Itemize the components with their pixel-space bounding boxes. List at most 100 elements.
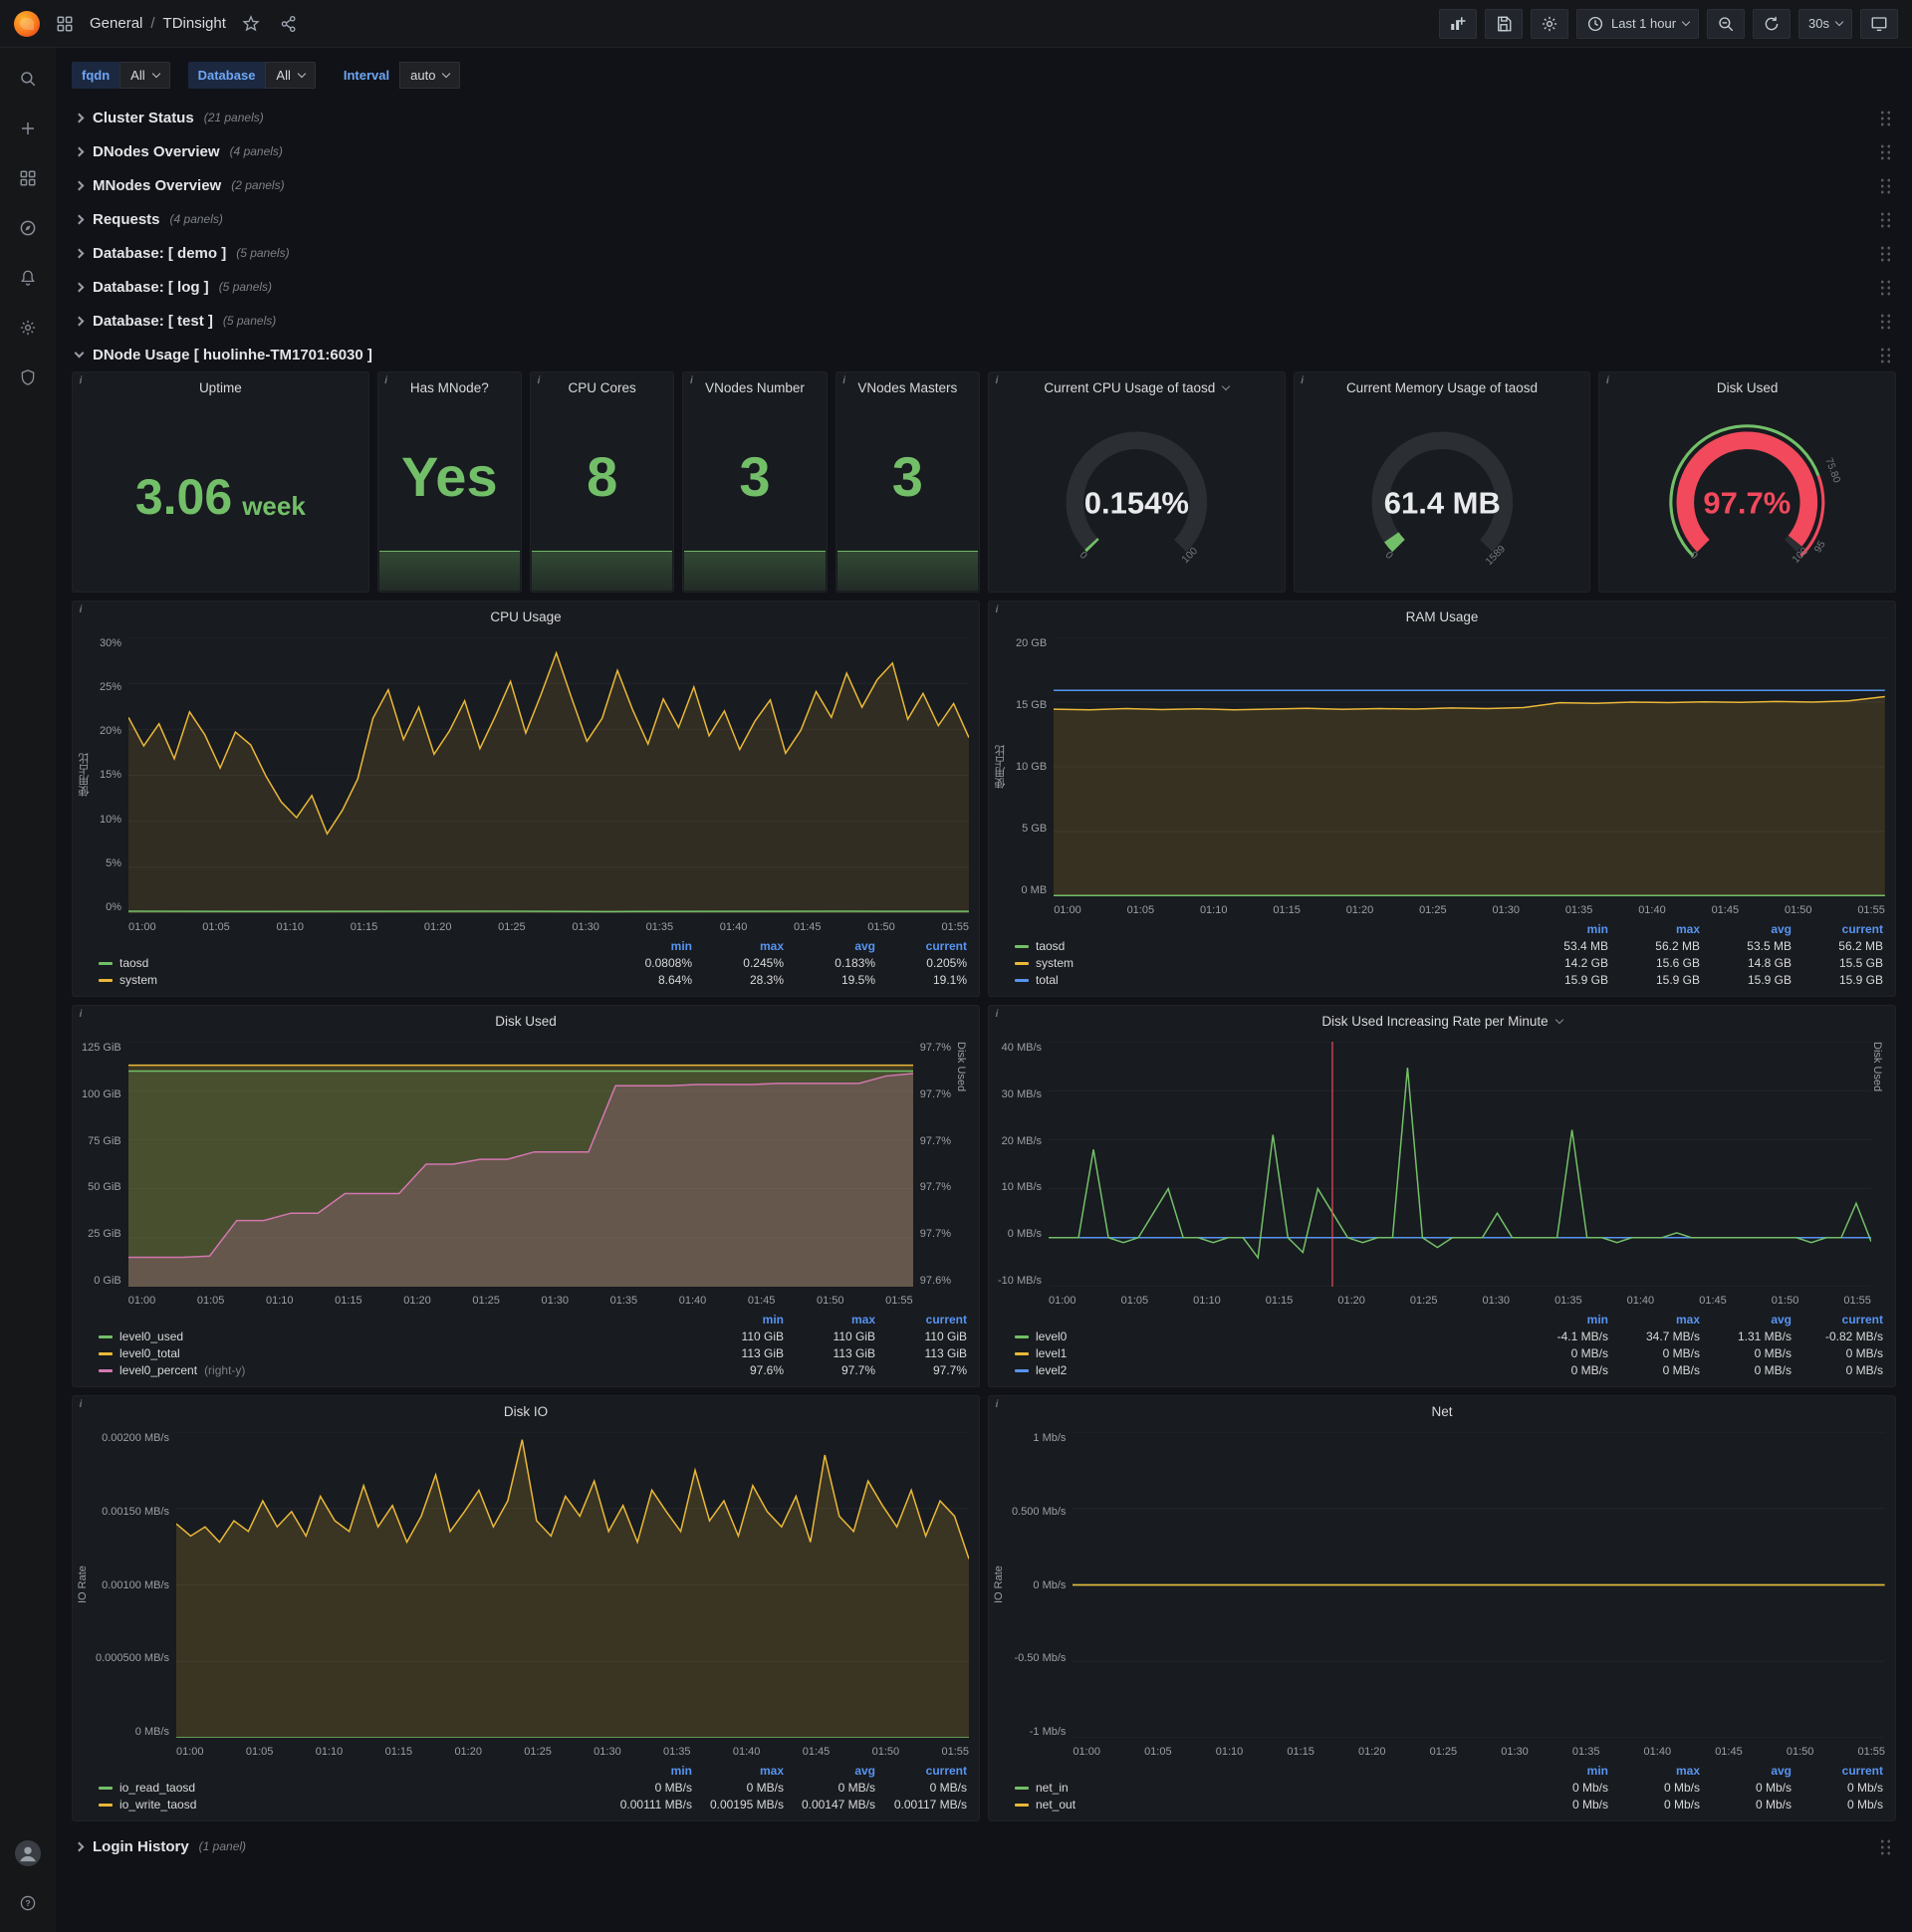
legend-series[interactable]: taosd [99, 956, 600, 970]
panel-title[interactable]: CPU Cores [569, 380, 636, 395]
legend-series[interactable]: level0_percent (right-y) [99, 1363, 692, 1377]
time-range-picker[interactable]: Last 1 hour [1575, 8, 1700, 39]
row-drag-handle[interactable] [1879, 278, 1892, 296]
legend-column-header[interactable]: min [1517, 1764, 1608, 1778]
panel-info-icon[interactable]: i [73, 1006, 89, 1022]
legend-column-header[interactable]: avg [784, 939, 875, 953]
legend-column-header[interactable]: avg [1700, 922, 1792, 936]
legend-series[interactable]: level0 [1015, 1329, 1517, 1343]
panel-title[interactable]: Uptime [199, 380, 242, 395]
cycle-view-button[interactable] [1860, 8, 1898, 39]
legend-column-header[interactable]: current [1792, 1313, 1883, 1327]
legend-series[interactable]: system [1015, 956, 1517, 970]
row-login-history[interactable]: Login History (1 panel) [72, 1829, 1896, 1863]
row-drag-handle[interactable] [1879, 142, 1892, 160]
variable-label-database[interactable]: Database [187, 62, 266, 89]
panel-title[interactable]: Current Memory Usage of taosd [1346, 380, 1538, 395]
panel-title[interactable]: Current CPU Usage of taosd [1044, 380, 1215, 395]
add-panel-button[interactable] [1438, 8, 1477, 39]
refresh-interval-dropdown[interactable]: 30s [1798, 8, 1852, 39]
legend-column-header[interactable]: min [692, 1313, 784, 1327]
legend-column-header[interactable]: min [600, 939, 692, 953]
row-database-test[interactable]: Database: [ test ] (5 panels) [72, 304, 1896, 338]
zoom-out-button[interactable] [1707, 8, 1746, 39]
legend-column-header[interactable]: min [1517, 922, 1608, 936]
grafana-logo[interactable] [14, 10, 40, 37]
help-icon[interactable]: ? [15, 1890, 41, 1916]
save-dashboard-button[interactable] [1484, 8, 1523, 39]
row-database-log[interactable]: Database: [ log ] (5 panels) [72, 270, 1896, 304]
legend-column-header[interactable]: current [1792, 922, 1883, 936]
panel-info-icon[interactable]: i [73, 602, 89, 617]
legend-series[interactable]: level1 [1015, 1346, 1517, 1360]
row-drag-handle[interactable] [1879, 1837, 1892, 1855]
legend-column-header[interactable]: min [600, 1764, 692, 1778]
panel-title[interactable]: Disk Used [1717, 380, 1779, 395]
legend-column-header[interactable]: avg [1700, 1313, 1792, 1327]
row-database-demo[interactable]: Database: [ demo ] (5 panels) [72, 236, 1896, 270]
variable-label-fqdn[interactable]: fqdn [72, 62, 120, 89]
legend-column-header[interactable]: avg [1700, 1764, 1792, 1778]
row-drag-handle[interactable] [1879, 244, 1892, 262]
star-icon[interactable] [238, 11, 264, 37]
legend-series[interactable]: io_write_taosd [99, 1798, 600, 1811]
dashboards-grid-icon[interactable] [52, 11, 78, 37]
dashboards-icon[interactable] [15, 165, 41, 191]
legend-column-header[interactable]: max [1608, 1764, 1700, 1778]
panel-info-icon[interactable]: i [1599, 372, 1615, 388]
panel-info-icon[interactable]: i [989, 1396, 1005, 1412]
panel-info-icon[interactable]: i [683, 372, 699, 388]
panel-title[interactable]: Disk IO [504, 1404, 548, 1419]
legend-column-header[interactable]: max [1608, 1313, 1700, 1327]
variable-label-interval[interactable]: Interval [334, 62, 399, 89]
legend-column-header[interactable]: max [692, 1764, 784, 1778]
explore-compass-icon[interactable] [15, 215, 41, 241]
panel-info-icon[interactable]: i [378, 372, 394, 388]
panel-title[interactable]: RAM Usage [1406, 609, 1479, 624]
legend-series[interactable]: system [99, 973, 600, 987]
row-cluster-status[interactable]: Cluster Status (21 panels) [72, 101, 1896, 134]
variable-value-fqdn[interactable]: All [120, 62, 170, 89]
legend-series[interactable]: total [1015, 973, 1517, 987]
search-icon[interactable] [15, 66, 41, 92]
row-mnodes-overview[interactable]: MNodes Overview (2 panels) [72, 168, 1896, 202]
variable-value-interval[interactable]: auto [399, 62, 461, 89]
row-dnode-usage[interactable]: DNode Usage [ huolinhe-TM1701:6030 ] [72, 338, 1896, 371]
create-plus-icon[interactable] [15, 116, 41, 141]
legend-column-header[interactable]: current [1792, 1764, 1883, 1778]
legend-series[interactable]: net_in [1015, 1781, 1517, 1795]
legend-column-header[interactable]: avg [784, 1764, 875, 1778]
legend-column-header[interactable]: max [1608, 922, 1700, 936]
legend-series[interactable]: taosd [1015, 939, 1517, 953]
user-avatar[interactable] [15, 1840, 41, 1866]
panel-info-icon[interactable]: i [73, 372, 89, 388]
breadcrumb-page[interactable]: TDinsight [163, 15, 226, 32]
panel-info-icon[interactable]: i [1295, 372, 1311, 388]
legend-column-header[interactable]: max [692, 939, 784, 953]
panel-title[interactable]: VNodes Masters [857, 380, 957, 395]
legend-series[interactable]: level0_total [99, 1346, 692, 1360]
legend-column-header[interactable]: current [875, 939, 967, 953]
panel-info-icon[interactable]: i [989, 372, 1005, 388]
row-dnodes-overview[interactable]: DNodes Overview (4 panels) [72, 134, 1896, 168]
row-drag-handle[interactable] [1879, 176, 1892, 194]
legend-column-header[interactable]: current [875, 1764, 967, 1778]
legend-series[interactable]: io_read_taosd [99, 1781, 600, 1795]
row-drag-handle[interactable] [1879, 109, 1892, 126]
variable-value-database[interactable]: All [265, 62, 316, 89]
alerting-bell-icon[interactable] [15, 265, 41, 291]
dashboard-settings-button[interactable] [1530, 8, 1568, 39]
share-icon[interactable] [276, 11, 302, 37]
row-drag-handle[interactable] [1879, 210, 1892, 228]
legend-column-header[interactable]: max [784, 1313, 875, 1327]
row-requests[interactable]: Requests (4 panels) [72, 202, 1896, 236]
legend-column-header[interactable]: min [1517, 1313, 1608, 1327]
configuration-gear-icon[interactable] [15, 315, 41, 341]
row-drag-handle[interactable] [1879, 312, 1892, 330]
panel-title[interactable]: Has MNode? [410, 380, 489, 395]
refresh-button[interactable] [1753, 8, 1792, 39]
panel-info-icon[interactable]: i [836, 372, 852, 388]
server-admin-shield-icon[interactable] [15, 364, 41, 390]
row-drag-handle[interactable] [1879, 346, 1892, 363]
panel-info-icon[interactable]: i [989, 1006, 1005, 1022]
